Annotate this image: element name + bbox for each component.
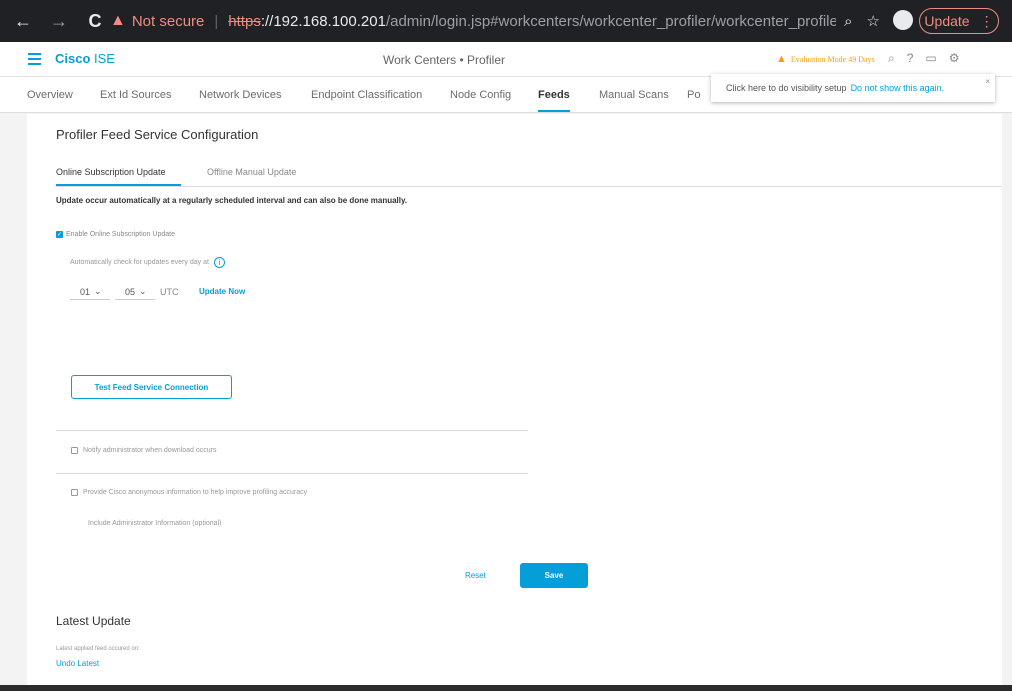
reload-button[interactable]: C [84, 10, 106, 32]
browser-toolbar: ← → C ▲ Not secure | https ://192.168.10… [0, 0, 1012, 42]
tab-node-config[interactable]: Node Config [450, 89, 511, 101]
warning-icon: ▲ [110, 12, 126, 29]
profile-avatar[interactable] [893, 10, 913, 30]
back-button[interactable]: ← [12, 10, 34, 32]
undo-latest-link[interactable]: Undo Latest [56, 659, 99, 668]
notify-admin-checkbox[interactable] [71, 447, 78, 454]
subtab-divider [56, 186, 1002, 187]
subtab-offline-update[interactable]: Offline Manual Update [207, 167, 296, 177]
provide-info-row[interactable]: Provide Cisco anonymous information to h… [71, 489, 307, 496]
tab-endpoint-classification[interactable]: Endpoint Classification [311, 89, 422, 101]
test-feed-connection-button[interactable]: Test Feed Service Connection [71, 375, 232, 399]
not-secure-label[interactable]: Not secure [132, 13, 205, 30]
help-icon[interactable]: ? [907, 51, 914, 66]
url-host: ://192.168.100.201 [260, 12, 386, 30]
app-header: Cisco ISE Work Centers • Profiler ▲ Eval… [0, 42, 1012, 77]
address-separator: | [214, 12, 219, 30]
reset-button[interactable]: Reset [465, 571, 486, 580]
tab-overview[interactable]: Overview [27, 89, 73, 101]
zoom-icon[interactable]: ⌕ [844, 13, 852, 30]
url-path: /admin/login.jsp#workcenters/workcenter_… [385, 12, 864, 30]
visibility-setup-tooltip: Click here to do visibility setup Do not… [711, 74, 995, 102]
address-bar[interactable]: ▲ Not secure | https ://192.168.100.201 … [110, 8, 880, 34]
tooltip-text[interactable]: Click here to do visibility setup [726, 83, 847, 93]
taskbar [0, 685, 1012, 691]
evaluation-banner[interactable]: ▲ Evaluation Mode 49 Days [776, 53, 875, 65]
minute-value: 05 [125, 286, 136, 297]
minute-select[interactable]: 05 ⌄ [115, 284, 155, 300]
hamburger-menu-icon[interactable] [28, 53, 41, 65]
tab-network-devices[interactable]: Network Devices [199, 89, 282, 101]
url-scheme: https [228, 12, 261, 30]
tab-policy[interactable]: Po [687, 89, 700, 101]
context-visibility-icon[interactable]: ▭ [925, 51, 936, 66]
chevron-down-icon: ⌄ [94, 286, 102, 296]
divider [56, 473, 528, 474]
auto-check-label: Automatically check for updates every da… [70, 259, 209, 266]
include-admin-info-label: Include Administrator Information (optio… [88, 520, 222, 527]
enable-online-update-label: Enable Online Subscription Update [66, 231, 175, 238]
hour-select[interactable]: 01 ⌄ [70, 284, 110, 300]
subtab-online-update[interactable]: Online Subscription Update [56, 167, 166, 177]
latest-applied-text: Latest applied feed occured on: [56, 646, 140, 652]
evaluation-text: Evaluation Mode 49 Days [790, 54, 875, 64]
update-now-link[interactable]: Update Now [199, 287, 245, 296]
warning-triangle-icon: ▲ [776, 53, 787, 65]
section-title: Profiler Feed Service Configuration [56, 127, 259, 142]
provide-info-label: Provide Cisco anonymous information to h… [83, 489, 308, 496]
update-label: Update [924, 13, 970, 29]
tab-ext-id-sources[interactable]: Ext Id Sources [100, 89, 172, 101]
settings-gear-icon[interactable]: ⚙ [949, 51, 960, 66]
divider [56, 430, 528, 431]
hour-value: 01 [80, 286, 91, 297]
brand-logo[interactable]: Cisco ISE [55, 51, 115, 66]
notify-admin-row[interactable]: Notify administrator when download occur… [71, 447, 216, 454]
close-icon[interactable]: × [985, 77, 990, 86]
ise-page: Cisco ISE Work Centers • Profiler ▲ Eval… [0, 42, 1012, 685]
tab-manual-scans[interactable]: Manual Scans [599, 89, 669, 101]
utc-label: UTC [160, 287, 179, 297]
more-menu-icon: ⋮ [979, 12, 994, 29]
page-title: Work Centers • Profiler [383, 53, 506, 67]
notify-admin-label: Notify administrator when download occur… [83, 447, 217, 454]
active-tab-indicator [538, 110, 570, 112]
auto-check-row: Automatically check for updates every da… [70, 257, 225, 268]
forward-button[interactable]: → [48, 10, 70, 32]
info-icon[interactable]: i [213, 257, 225, 268]
do-not-show-link[interactable]: Do not show this again. [851, 83, 945, 93]
chevron-down-icon: ⌄ [139, 286, 147, 296]
update-description: Update occur automatically at a regularl… [56, 196, 408, 205]
save-button[interactable]: Save [520, 563, 588, 588]
feed-config-panel: Profiler Feed Service Configuration Onli… [27, 114, 1002, 685]
bookmark-star-icon[interactable]: ☆ [867, 12, 880, 30]
browser-update-button[interactable]: Update ⋮ [919, 8, 999, 34]
provide-info-checkbox[interactable] [71, 489, 78, 496]
latest-update-title: Latest Update [56, 614, 131, 628]
tab-feeds[interactable]: Feeds [538, 89, 570, 101]
enable-online-update-row[interactable]: ✓ Enable Online Subscription Update [56, 231, 175, 238]
search-icon[interactable]: ⌕ [888, 51, 895, 66]
enable-online-update-checkbox[interactable]: ✓ [56, 231, 63, 238]
